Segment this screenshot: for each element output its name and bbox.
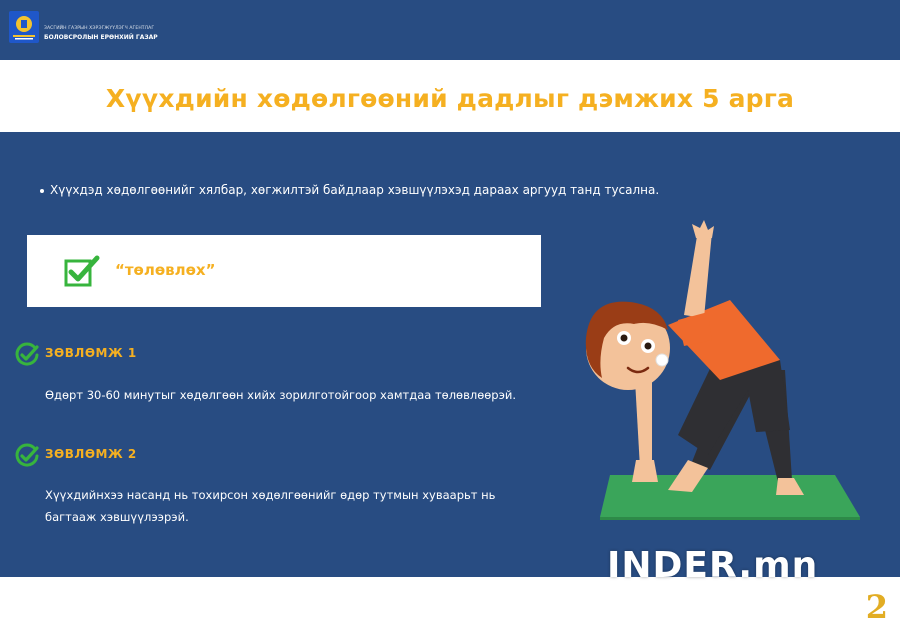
tip-2-text-line-2: багтааж хэвшүүлээрэй. xyxy=(45,510,189,524)
agency-line-1: ЗАСГИЙН ГАЗРЫН ХЭРЭГЖҮҮЛЭГЧ АГЕНТЛАГ xyxy=(44,26,155,31)
state-emblem-icon xyxy=(9,11,39,43)
check-circle-icon xyxy=(15,443,39,467)
intro-text: Хүүхдэд хөдөлгөөнийг хялбар, хөгжилтэй б… xyxy=(40,183,659,197)
footer-band xyxy=(0,577,900,637)
watermark-text: INDER.mn xyxy=(607,545,819,586)
plan-label: “төлөвлөх” xyxy=(115,261,216,279)
bullet-icon xyxy=(40,188,44,193)
tip-2-title: ЗӨВЛӨМЖ 2 xyxy=(45,447,137,461)
agency-line-2: БОЛОВСРОЛЫН ЕРӨНХИЙ ГАЗАР xyxy=(44,33,158,41)
tip-2-text-line-1: Хүүхдийнхээ насанд нь тохирсон хөдөлгөөн… xyxy=(45,488,496,502)
agency-name: ЗАСГИЙН ГАЗРЫН ХЭРЭГЖҮҮЛЭГЧ АГЕНТЛАГ БОЛ… xyxy=(44,26,158,41)
tip-1-title: ЗӨВЛӨМЖ 1 xyxy=(45,346,137,360)
child-stretching-illustration xyxy=(585,220,860,520)
tip-2-text: Хүүхдийнхээ насанд нь тохирсон хөдөлгөөн… xyxy=(45,484,495,528)
intro-label: Хүүхдэд хөдөлгөөнийг хялбар, хөгжилтэй б… xyxy=(50,183,660,197)
plan-box: “төлөвлөх” xyxy=(27,235,541,307)
checkbox-checked-icon xyxy=(64,255,100,287)
page-number: 2 xyxy=(865,588,888,626)
tip-1-text: Өдөрт 30-60 минутыг хөдөлгөөн хийх зорил… xyxy=(45,388,517,402)
header-bar: ЗАСГИЙН ГАЗРЫН ХЭРЭГЖҮҮЛЭГЧ АГЕНТЛАГ БОЛ… xyxy=(0,0,900,60)
page-title: Хүүхдийн хөдөлгөөний дадлыг дэмжих 5 арг… xyxy=(105,84,795,113)
check-circle-icon xyxy=(15,342,39,366)
